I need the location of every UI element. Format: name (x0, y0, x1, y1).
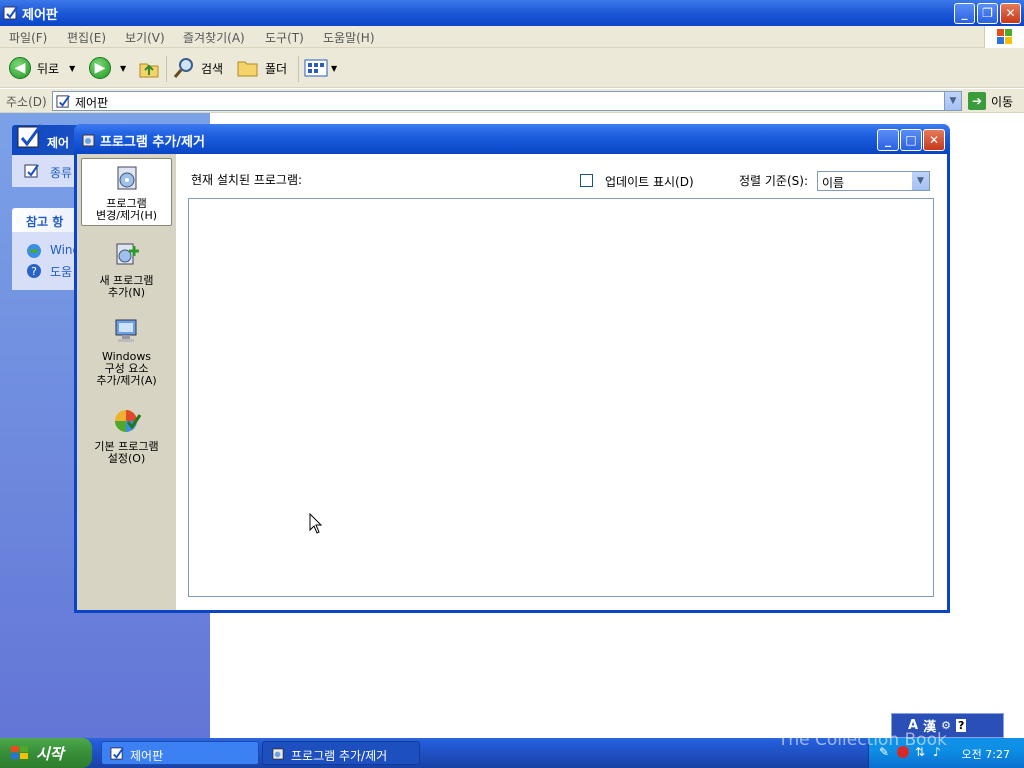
sort-by-select[interactable]: 이름 ▼ (817, 171, 930, 191)
dialog-body: 프로그램 변경/제거(H) 새 프로그램 추가(N) Windows 구성 요소… (77, 154, 947, 610)
taskbar-item-control-panel[interactable]: 제어판 (101, 741, 259, 765)
folders-icon (237, 61, 258, 77)
menu-file[interactable]: 파일(F) (9, 29, 47, 46)
menu-help[interactable]: 도움말(H) (323, 29, 375, 46)
back-button[interactable]: ◀ 뒤로 ▼ (9, 54, 75, 82)
chevron-down-icon[interactable]: ▼ (912, 172, 929, 190)
go-button[interactable]: ➔ 이동 (968, 92, 1013, 110)
show-updates-checkbox[interactable] (580, 174, 593, 187)
start-button[interactable]: 시작 (0, 738, 92, 768)
forward-arrow-icon: ▶ (89, 57, 111, 79)
search-button[interactable]: 검색 (172, 54, 223, 82)
dialog-titlebar[interactable]: 프로그램 추가/제거 _ □ ✕ (74, 124, 950, 154)
mouse-pointer-icon (309, 513, 323, 534)
windows-components-icon (115, 319, 136, 342)
sort-by-value: 이름 (822, 176, 845, 190)
menu-edit[interactable]: 편집(E) (67, 29, 106, 46)
default-programs-icon (114, 410, 141, 432)
menu-bar: 파일(F) 편집(E) 보기(V) 즐겨찾기(A) 도구(T) 도움말(H) (0, 26, 1024, 48)
back-arrow-icon: ◀ (9, 57, 31, 79)
taskbar-item-add-remove[interactable]: 프로그램 추가/제거 (262, 741, 420, 765)
control-panel-taskbar-icon (110, 747, 124, 760)
dialog-title: 프로그램 추가/제거 (100, 135, 205, 150)
switch-view-icon (24, 164, 39, 178)
restore-button[interactable]: ❐ (977, 3, 998, 24)
help-icon: ? (27, 264, 41, 278)
change-remove-label: 프로그램 변경/제거(H) (95, 197, 158, 222)
windows-logo-icon (984, 26, 1024, 48)
show-updates-label[interactable]: 업데이트 표시(D) (605, 173, 694, 190)
add-remove-taskbar-icon (272, 748, 284, 760)
windows-update-icon (27, 244, 41, 258)
dialog-minimize-button[interactable]: _ (877, 129, 899, 151)
windows-components-button[interactable]: Windows 구성 요소 추가/제거(A) (81, 312, 172, 388)
change-remove-programs-button[interactable]: 프로그램 변경/제거(H) (81, 158, 172, 226)
menu-tools[interactable]: 도구(T) (265, 29, 304, 46)
control-panel-icon (3, 6, 18, 20)
up-folder-button[interactable] (138, 54, 160, 82)
toolbar: ◀ 뒤로 ▼ ▶ ▼ 검색 폴더 ▼ (0, 48, 1024, 88)
address-dropdown-button[interactable]: ▼ (944, 92, 961, 110)
installed-programs-label: 현재 설치된 프로그램: (191, 173, 303, 187)
dialog-sidebar: 프로그램 변경/제거(H) 새 프로그램 추가(N) Windows 구성 요소… (77, 154, 176, 610)
change-remove-programs-icon (117, 166, 136, 190)
help-link[interactable]: 도움 (50, 263, 72, 280)
add-remove-programs-dialog: 프로그램 추가/제거 _ □ ✕ 프로그램 변경/제거(H) 새 프로그램 추가… (74, 124, 950, 613)
up-folder-icon (139, 63, 159, 78)
add-new-programs-icon (116, 243, 139, 265)
clock[interactable]: 오전 7:27 (962, 746, 1010, 762)
add-new-programs-button[interactable]: 새 프로그램 추가(N) (81, 236, 172, 300)
menu-favorites[interactable]: 즐겨찾기(A) (183, 29, 245, 46)
default-programs-button[interactable]: 기본 프로그램 설정(O) (81, 402, 172, 465)
add-remove-icon (82, 134, 95, 147)
menu-view[interactable]: 보기(V) (125, 29, 165, 46)
dialog-close-button[interactable]: ✕ (923, 129, 945, 151)
default-programs-label: 기본 프로그램 설정(O) (94, 440, 159, 465)
forward-button[interactable]: ▶ ▼ (89, 54, 126, 82)
address-label: 주소(D) (6, 95, 47, 109)
control-panel-large-icon (17, 124, 43, 148)
go-arrow-icon: ➔ (968, 92, 986, 110)
address-bar: 주소(D) 제어판 ▼ ➔ 이동 (0, 89, 1024, 113)
window-title: 제어판 (22, 8, 58, 23)
installed-programs-list[interactable] (188, 198, 934, 597)
address-input[interactable]: 제어판 ▼ (52, 91, 962, 111)
watermark-text: The Collection Book (778, 730, 947, 750)
control-panel-titlebar[interactable]: 제어판 _ ❐ ✕ (0, 0, 1024, 26)
add-new-label: 새 프로그램 추가(N) (99, 274, 154, 299)
windows-components-label: Windows 구성 요소 추가/제거(A) (96, 350, 157, 387)
minimize-button[interactable]: _ (954, 3, 975, 24)
views-icon (304, 59, 328, 77)
search-icon (173, 58, 193, 78)
dialog-maximize-button[interactable]: □ (900, 129, 922, 151)
close-button[interactable]: ✕ (1000, 3, 1021, 24)
views-button[interactable]: ▼ (304, 54, 337, 82)
svg-text:?: ? (31, 265, 37, 278)
sort-by-label: 정렬 기준(S): (739, 174, 808, 188)
control-panel-small-icon (56, 95, 70, 108)
switch-view-link[interactable]: 종류 (50, 164, 72, 181)
ime-help-icon[interactable]: ? (955, 719, 967, 732)
folders-button[interactable]: 폴더 (236, 54, 287, 82)
windows-flag-icon (11, 746, 28, 759)
